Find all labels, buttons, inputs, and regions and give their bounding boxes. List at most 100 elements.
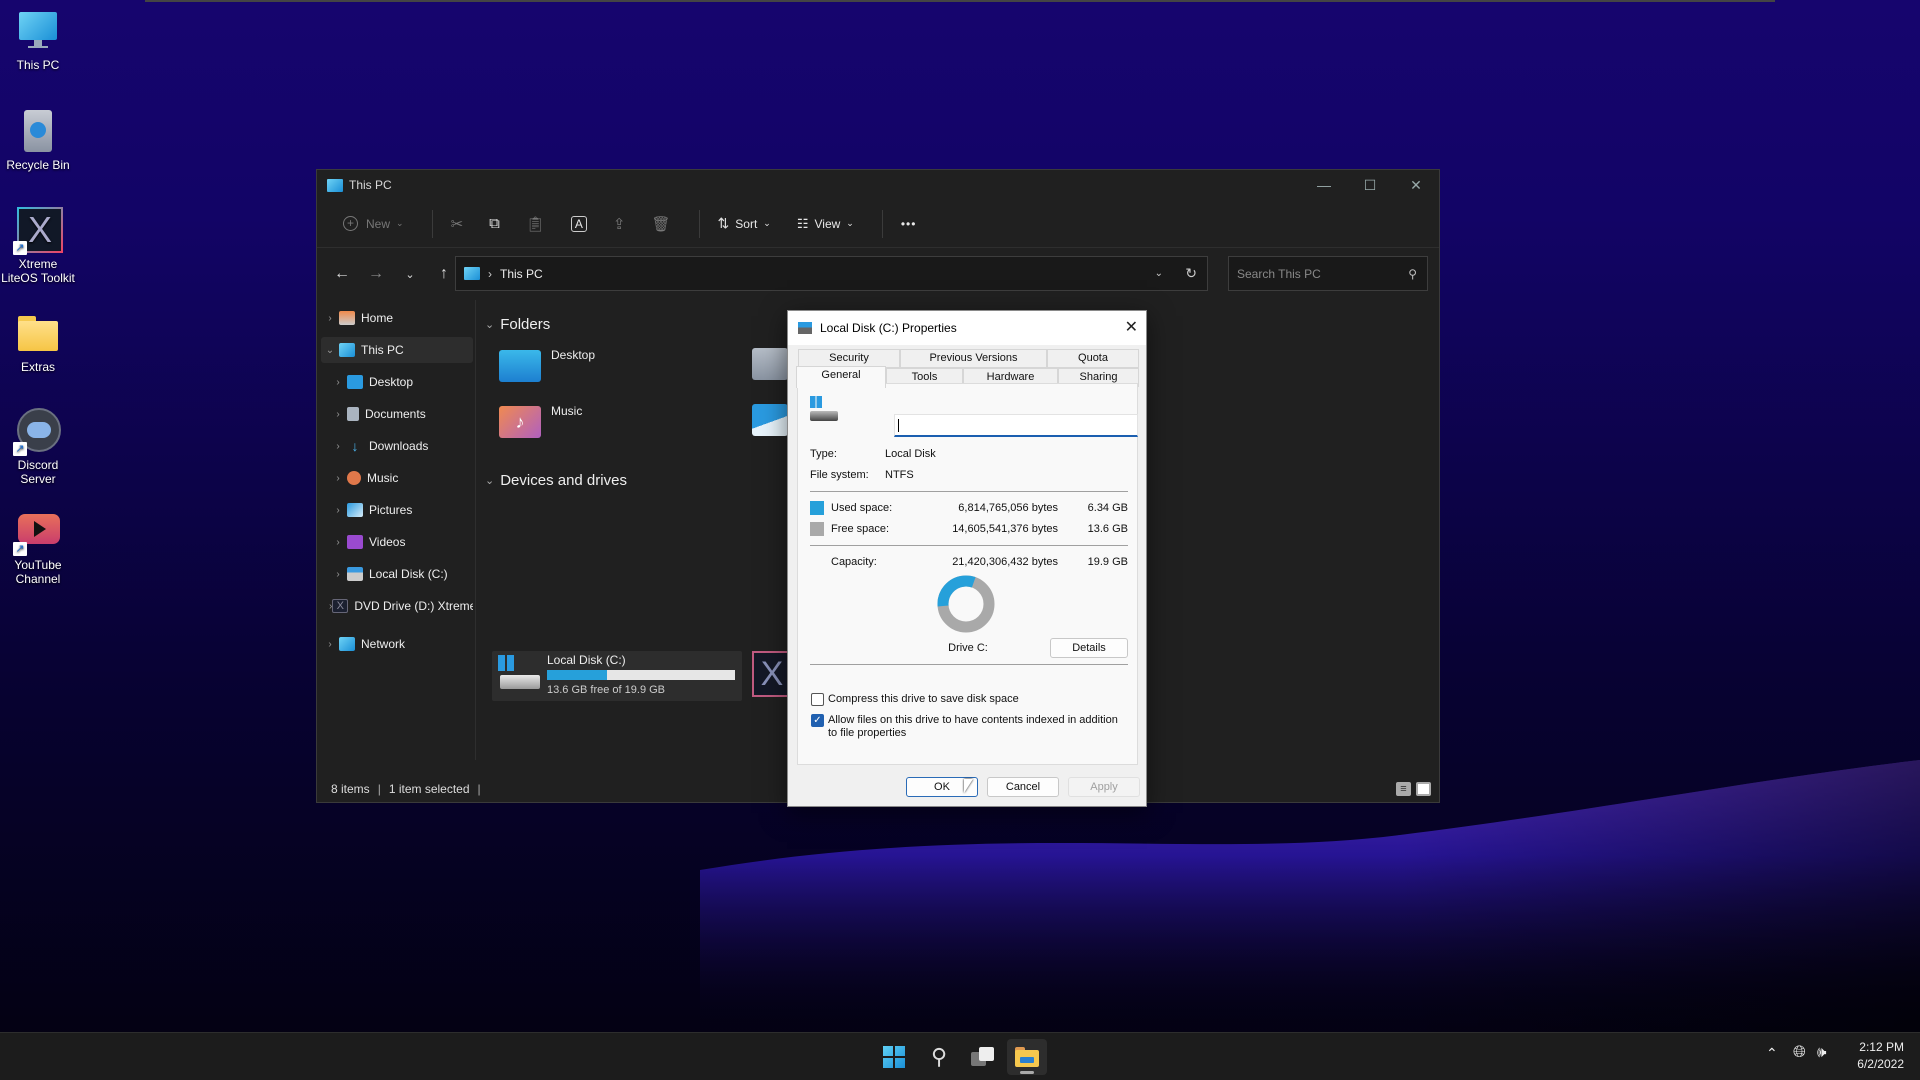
address-dropdown-icon[interactable]: ⌄	[1155, 268, 1163, 279]
music-folder-icon: ♪	[499, 406, 541, 438]
sort-button[interactable]: ⇅ Sort ⌄	[710, 208, 779, 240]
sidebar-item-desktop[interactable]: › Desktop	[321, 369, 473, 395]
chevron-right-icon[interactable]: ›	[329, 473, 347, 484]
index-label[interactable]: Allow files on this drive to have conten…	[828, 714, 1128, 740]
sidebar-item-label: Home	[361, 311, 394, 325]
shortcut-arrow-icon: ↗	[13, 542, 27, 556]
sidebar-item-pictures[interactable]: › Pictures	[321, 497, 473, 523]
sidebar-item-label: Documents	[365, 407, 426, 421]
chevron-right-icon[interactable]: ›	[329, 569, 347, 580]
shortcut-arrow-icon: ↗	[13, 241, 27, 255]
disk-usage-donut	[937, 575, 995, 633]
tab-quota[interactable]: Quota	[1047, 349, 1139, 368]
maximize-button[interactable]: ☐	[1347, 170, 1393, 200]
paste-button[interactable]: 📋︎	[518, 208, 553, 240]
sidebar-item-label: Music	[367, 471, 399, 485]
tab-previous-versions[interactable]: Previous Versions	[900, 349, 1047, 368]
close-button[interactable]: ✕	[1393, 170, 1439, 200]
folder-item-music[interactable]: ♪ Music	[499, 404, 582, 438]
view-button[interactable]: ☷ View ⌄	[789, 208, 862, 240]
index-checkbox[interactable]: ✓	[811, 714, 824, 727]
details-view-button[interactable]: ≡	[1396, 782, 1411, 796]
free-space-label: Free space:	[831, 523, 890, 535]
minimize-button[interactable]: —	[1301, 170, 1347, 200]
clock-time: 2:12 PM	[1859, 1040, 1904, 1054]
network-status-icon[interactable]: 🌐︎	[1793, 1044, 1806, 1062]
shortcut-arrow-icon: ↗	[13, 442, 27, 456]
desktop-icon-recycle-bin[interactable]: Recycle Bin	[0, 108, 76, 172]
clock[interactable]: 2:12 PM 6/2/2022	[1852, 1039, 1904, 1073]
forward-button[interactable]: →	[359, 265, 393, 283]
more-options-button[interactable]: •••	[893, 208, 925, 240]
recent-locations-button[interactable]: ⌄	[393, 268, 427, 281]
volume-icon[interactable]: 🕪︎	[1817, 1044, 1826, 1061]
dialog-close-button[interactable]: ✕	[1125, 317, 1138, 337]
file-system-label: File system:	[810, 469, 869, 481]
address-bar[interactable]: › This PC ⌄ ↻	[455, 256, 1208, 291]
delete-button[interactable]: 🗑︎	[644, 208, 679, 240]
sidebar-item-videos[interactable]: › Videos	[321, 529, 473, 555]
new-button[interactable]: + New ⌄	[335, 208, 412, 240]
drive-icon	[347, 567, 363, 581]
sidebar-item-music[interactable]: › Music	[321, 465, 473, 491]
sidebar-item-local-disk[interactable]: › Local Disk (C:)	[321, 561, 473, 587]
chevron-right-icon[interactable]: ›	[329, 441, 347, 452]
tab-general[interactable]: General	[796, 366, 886, 388]
sidebar-item-home[interactable]: › Home	[321, 305, 473, 331]
folders-section-header[interactable]: ⌄ Folders	[485, 316, 550, 333]
task-view-button[interactable]	[963, 1039, 1003, 1075]
start-button[interactable]	[874, 1039, 914, 1075]
rename-button[interactable]: A	[563, 208, 595, 240]
cut-button[interactable]: ✂	[443, 208, 472, 240]
drive-name-input[interactable]	[894, 414, 1138, 437]
search-button[interactable]: ⚲	[919, 1039, 959, 1075]
sidebar-item-documents[interactable]: › Documents	[321, 401, 473, 427]
copy-button[interactable]: ⧉	[481, 208, 508, 240]
desktop-icon-extras[interactable]: Extras	[0, 310, 76, 374]
text-cursor	[898, 419, 899, 432]
desktop-icon-youtube[interactable]: ↗ YouTube Channel	[0, 508, 76, 586]
chevron-right-icon[interactable]: ›	[329, 537, 347, 548]
copy-icon: ⧉	[489, 215, 500, 232]
back-button[interactable]: ←	[325, 265, 359, 283]
desktop-icon-xtreme-toolkit[interactable]: X ↗ Xtreme LiteOS Toolkit	[0, 207, 76, 285]
chevron-right-icon[interactable]: ›	[329, 377, 347, 388]
taskbar-file-explorer[interactable]	[1007, 1039, 1047, 1075]
windows-logo-icon	[883, 1046, 905, 1068]
chevron-right-icon[interactable]: ›	[321, 313, 339, 324]
sidebar-item-downloads[interactable]: › ↓ Downloads	[321, 433, 473, 459]
search-input[interactable]: Search This PC ⚲	[1228, 256, 1428, 291]
drive-item-local-disk-c[interactable]: Local Disk (C:) 13.6 GB free of 19.9 GB	[492, 651, 742, 701]
breadcrumb-this-pc[interactable]: This PC	[500, 267, 543, 281]
folder-item-desktop[interactable]: Desktop	[499, 348, 595, 382]
details-button[interactable]: Details	[1050, 638, 1128, 658]
tiles-view-button[interactable]	[1416, 782, 1431, 796]
scissors-icon: ✂	[450, 215, 464, 233]
chevron-right-icon[interactable]: ›	[321, 639, 339, 650]
compress-checkbox[interactable]	[811, 693, 824, 706]
drive-usage-bar	[547, 670, 735, 680]
sidebar-item-dvd-drive[interactable]: › X DVD Drive (D:) Xtreme	[321, 593, 473, 619]
free-space-swatch	[810, 522, 824, 536]
music-icon	[347, 471, 361, 485]
desktop-icon-discord[interactable]: ↗ Discord Server	[0, 408, 76, 486]
dvd-drive-item-partial[interactable]: X	[752, 651, 792, 697]
monitor-icon	[15, 8, 61, 54]
chevron-right-icon[interactable]: ›	[329, 409, 347, 420]
devices-section-header[interactable]: ⌄ Devices and drives	[485, 472, 627, 489]
chevron-right-icon[interactable]: ›	[329, 505, 347, 516]
refresh-icon[interactable]: ↻	[1185, 265, 1197, 282]
desktop-icon-this-pc[interactable]: This PC	[0, 8, 76, 72]
chevron-down-icon[interactable]: ⌄	[321, 345, 339, 356]
show-hidden-icons-button[interactable]: ⌃	[1766, 1045, 1778, 1062]
compress-label[interactable]: Compress this drive to save disk space	[828, 693, 1019, 705]
title-bar[interactable]: This PC	[317, 170, 1439, 200]
dialog-title-bar[interactable]: Local Disk (C:) Properties	[788, 311, 1146, 345]
share-button[interactable]: ⇪	[605, 208, 634, 240]
apply-button[interactable]: Apply	[1068, 777, 1140, 797]
sidebar-item-network[interactable]: › Network	[321, 631, 473, 657]
sidebar-item-this-pc[interactable]: ⌄ This PC	[321, 337, 473, 363]
folder-icon	[15, 310, 61, 356]
drive-icon	[810, 396, 840, 424]
cancel-button[interactable]: Cancel	[987, 777, 1059, 797]
